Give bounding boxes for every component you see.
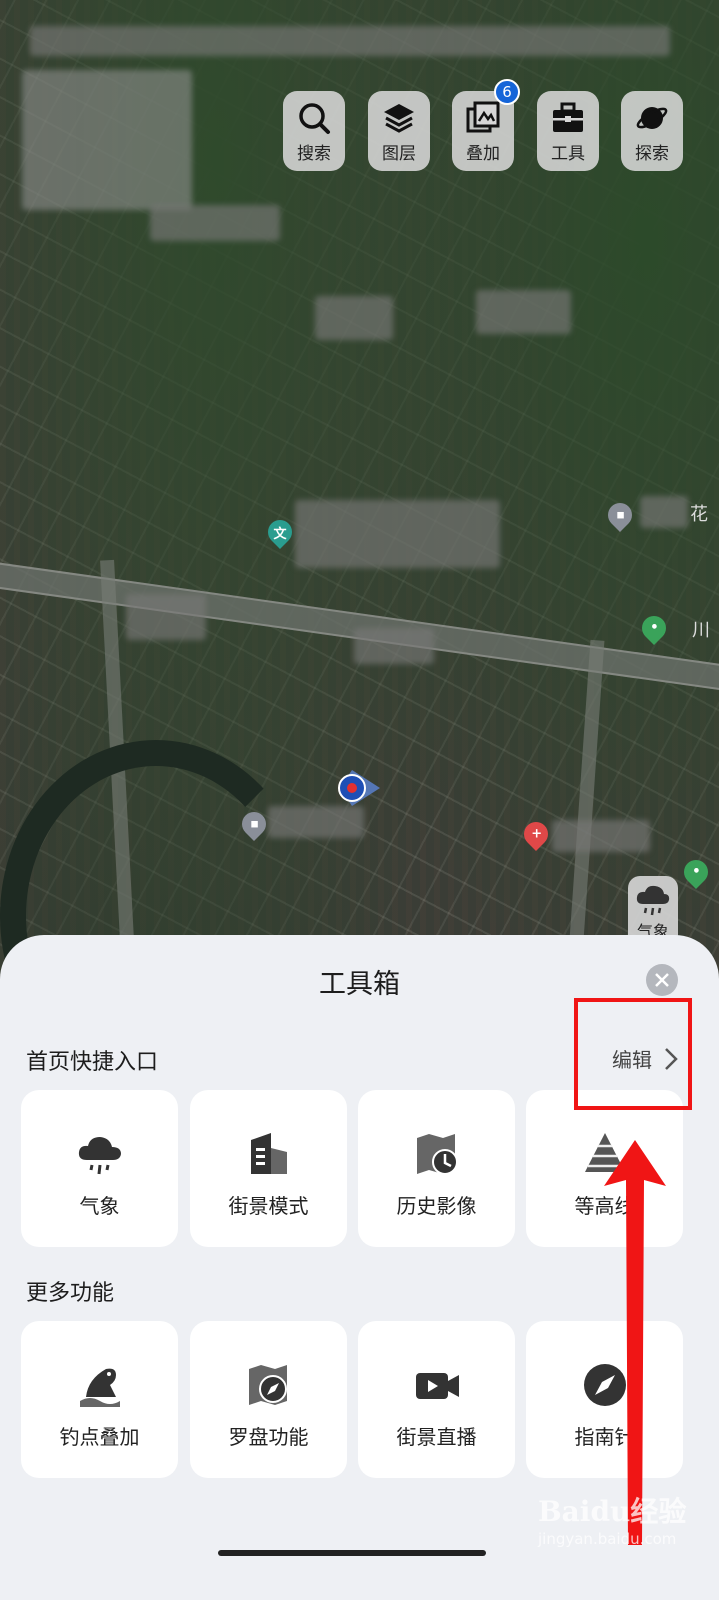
building-icon bbox=[250, 1133, 287, 1174]
explore-button-label: 探索 bbox=[635, 144, 669, 164]
search-button[interactable]: 搜索 bbox=[283, 91, 345, 171]
layers-icon bbox=[384, 104, 414, 133]
weather-icon bbox=[78, 1137, 121, 1175]
search-icon bbox=[299, 103, 330, 134]
more-functions-section-title: 更多功能 bbox=[26, 1281, 115, 1306]
blurred-label bbox=[640, 496, 688, 528]
watermark-url: jingyan.baidu.com bbox=[538, 1530, 677, 1548]
blurred-status-bar bbox=[30, 26, 670, 56]
layers-button[interactable]: 图层 bbox=[368, 91, 430, 171]
blurred-label bbox=[22, 70, 192, 210]
more-compass-function[interactable]: 罗盘功能 bbox=[190, 1321, 347, 1478]
annotation-arrow-icon bbox=[604, 1140, 666, 1545]
blurred-label bbox=[354, 628, 434, 664]
blurred-label bbox=[476, 290, 571, 334]
blurred-label bbox=[126, 594, 206, 640]
quick-entry-section-title: 首页快捷入口 bbox=[26, 1050, 159, 1075]
quick-entry-street-view[interactable]: 街景模式 bbox=[190, 1090, 347, 1247]
history-map-icon bbox=[416, 1134, 458, 1175]
blurred-label bbox=[295, 500, 500, 568]
overlay-button[interactable]: 叠加 6 bbox=[452, 79, 520, 171]
road bbox=[569, 639, 605, 941]
more-fishing-spots[interactable]: 钓点叠加 bbox=[21, 1321, 178, 1478]
hospital-poi-icon[interactable]: + bbox=[519, 817, 553, 851]
annotation-highlight-box bbox=[574, 998, 692, 1110]
more-function-label: 罗盘功能 bbox=[228, 1425, 309, 1449]
toolbox-title: 工具箱 bbox=[319, 969, 400, 1000]
blurred-label bbox=[315, 296, 393, 340]
quick-entry-label: 街景模式 bbox=[228, 1194, 309, 1218]
video-camera-icon bbox=[415, 1373, 459, 1399]
more-street-live[interactable]: 街景直播 bbox=[358, 1321, 515, 1478]
close-button[interactable] bbox=[646, 964, 678, 996]
edge-map-label: 花 bbox=[690, 504, 708, 525]
edge-map-label: 川 bbox=[692, 620, 710, 641]
planet-icon bbox=[636, 107, 668, 129]
culture-poi-icon[interactable]: 文 bbox=[263, 515, 297, 549]
culture-poi-label: 文 bbox=[273, 526, 287, 542]
fishing-icon bbox=[79, 1368, 120, 1407]
current-location-icon bbox=[338, 770, 380, 806]
overlay-count-badge: 6 bbox=[494, 79, 520, 105]
more-function-label: 街景直播 bbox=[396, 1425, 477, 1449]
quick-entry-label: 历史影像 bbox=[396, 1194, 477, 1218]
park-poi-icon[interactable]: • bbox=[679, 855, 713, 889]
tools-button-label: 工具 bbox=[551, 144, 585, 164]
more-function-label: 钓点叠加 bbox=[59, 1425, 140, 1449]
rain-cloud-icon bbox=[636, 885, 670, 916]
blurred-label bbox=[552, 820, 650, 852]
compass-map-icon bbox=[248, 1365, 287, 1405]
quick-entry-weather[interactable]: 气象 bbox=[21, 1090, 178, 1247]
toolbox-icon bbox=[553, 102, 583, 132]
tools-button[interactable]: 工具 bbox=[537, 91, 599, 171]
blurred-label bbox=[150, 205, 280, 241]
layers-button-label: 图层 bbox=[382, 144, 416, 164]
blurred-label bbox=[268, 806, 364, 838]
quick-entry-history-imagery[interactable]: 历史影像 bbox=[358, 1090, 515, 1247]
baidu-watermark: Baidu经验 jingyan.baidu.com bbox=[538, 1490, 688, 1570]
quick-entry-label: 气象 bbox=[79, 1194, 120, 1218]
explore-button[interactable]: 探索 bbox=[621, 91, 683, 171]
overlay-button-label: 叠加 bbox=[466, 144, 500, 164]
home-indicator[interactable] bbox=[218, 1550, 486, 1556]
place-poi-icon[interactable]: ▪ bbox=[603, 498, 637, 532]
search-button-label: 搜索 bbox=[297, 144, 331, 164]
watermark-brand: Baidu经验 bbox=[538, 1495, 687, 1528]
park-poi-icon[interactable]: • bbox=[637, 611, 671, 645]
overlay-icon bbox=[466, 101, 500, 133]
close-icon bbox=[655, 973, 669, 987]
